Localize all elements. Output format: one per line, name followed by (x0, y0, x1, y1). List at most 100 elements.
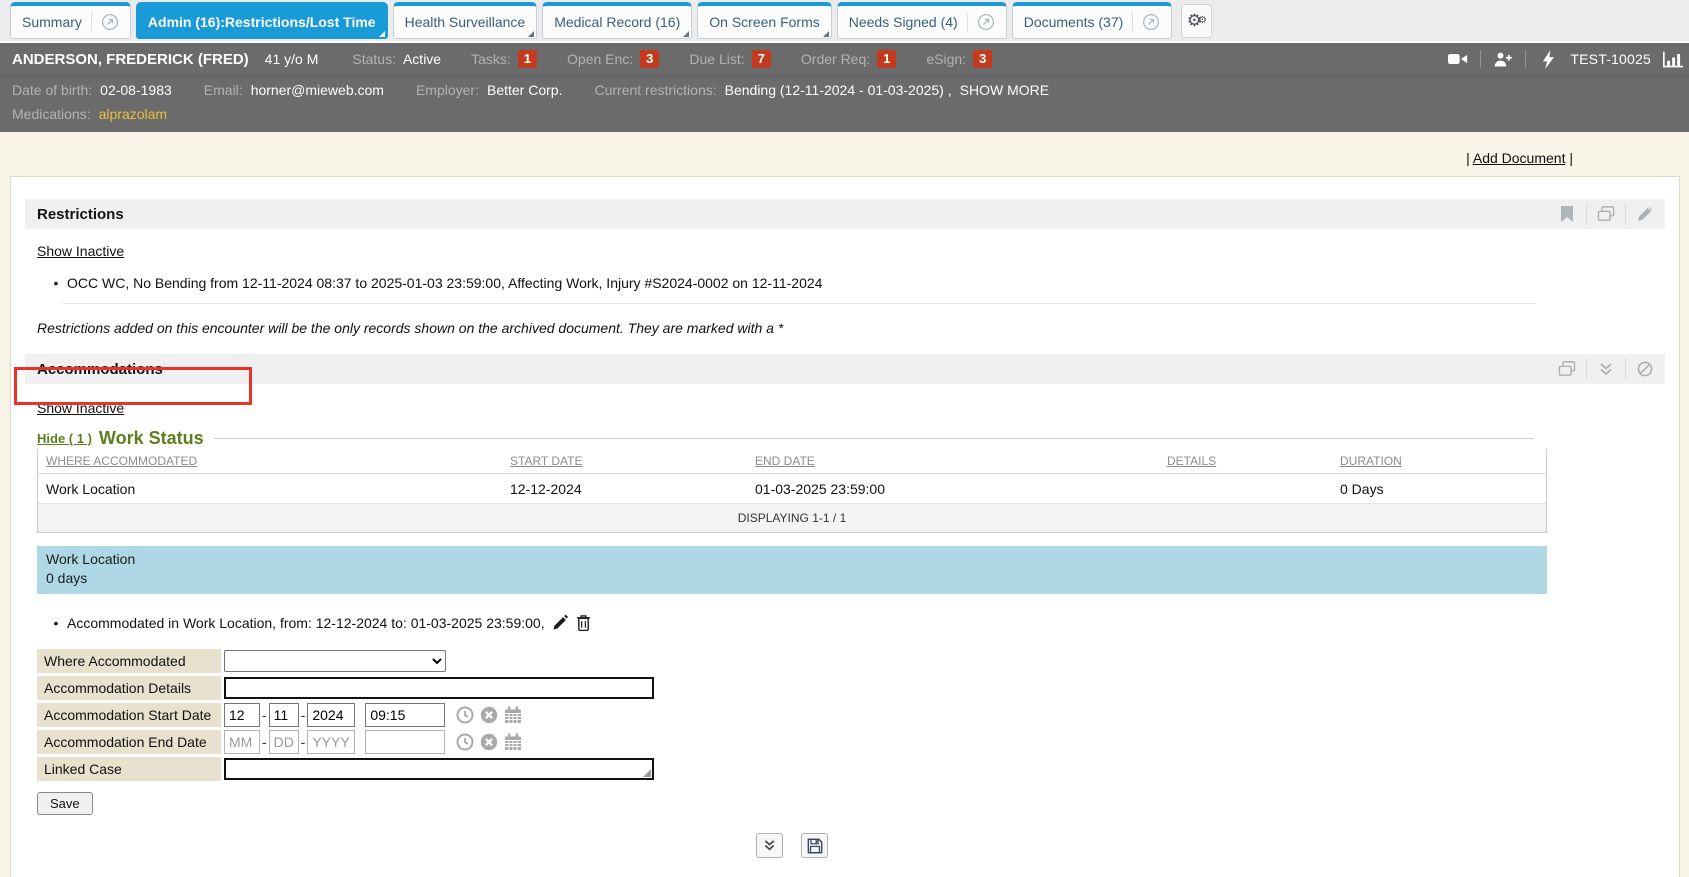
work-status-title: Work Status (99, 428, 204, 449)
save-disk-icon (807, 838, 823, 854)
date-dash: - (301, 734, 306, 750)
start-time-input[interactable] (365, 703, 445, 727)
add-person-button[interactable] (1493, 49, 1513, 69)
clock-icon (456, 733, 474, 751)
quick-action-button[interactable] (1538, 49, 1558, 69)
archive-document-button[interactable] (1596, 204, 1616, 224)
end-day-input[interactable] (269, 730, 299, 754)
tab-documents-label: Documents (37) (1024, 14, 1124, 30)
document-copy-icon (1597, 206, 1615, 222)
add-document-link[interactable]: Add Document (1473, 150, 1566, 166)
column-header-start-date[interactable]: START DATE (502, 454, 747, 468)
employer-value: Better Corp. (487, 82, 562, 98)
archive-document-button[interactable] (1557, 359, 1577, 379)
end-time-input[interactable] (365, 730, 445, 754)
tab-documents[interactable]: Documents (37) (1012, 2, 1173, 39)
chart-stats-button[interactable] (1663, 49, 1683, 69)
bar-chart-icon (1663, 50, 1683, 69)
delete-accommodation-button[interactable] (576, 614, 591, 631)
divider (1586, 358, 1587, 380)
patient-header: ANDERSON, FREDERICK (FRED) 41 y/o M Stat… (0, 43, 1689, 132)
linked-case-label: Linked Case (37, 757, 221, 781)
expand-more-button[interactable] (756, 833, 783, 858)
trash-icon (576, 614, 591, 631)
pipe-separator: | (1466, 150, 1470, 166)
video-call-button[interactable] (1448, 49, 1468, 69)
cell-duration: 0 Days (1332, 481, 1546, 497)
table-row[interactable]: Work Location 12-12-2024 01-03-2025 23:5… (38, 474, 1546, 504)
end-year-input[interactable] (307, 730, 355, 754)
clear-date-button[interactable] (479, 732, 499, 752)
start-month-input[interactable] (224, 703, 260, 727)
open-enc-label: Open Enc: (567, 51, 633, 67)
order-req-badge[interactable]: 1 (877, 50, 896, 69)
edit-accommodation-button[interactable] (552, 614, 569, 631)
circle-slash-icon (1637, 361, 1653, 377)
tab-summary[interactable]: Summary (10, 2, 131, 39)
divider (1525, 50, 1526, 68)
video-camera-icon (1448, 51, 1468, 67)
settings-button[interactable]: ⚙⚙ (1181, 4, 1212, 38)
status-label: Status: (352, 51, 396, 67)
start-day-input[interactable] (269, 703, 299, 727)
patient-detail-rows: Date of birth: 02-08-1983 Email: horner@… (0, 76, 1689, 132)
person-add-icon (1493, 50, 1513, 68)
restrictions-show-inactive-link[interactable]: Show Inactive (37, 243, 124, 259)
column-header-where-accommodated[interactable]: WHERE ACCOMMODATED (38, 454, 502, 468)
column-header-end-date[interactable]: END DATE (747, 454, 1159, 468)
tab-medical-record[interactable]: Medical Record (16) (542, 2, 692, 39)
esign-badge[interactable]: 3 (973, 50, 992, 69)
edit-section-button[interactable] (1635, 204, 1655, 224)
column-header-duration[interactable]: DURATION (1332, 454, 1546, 468)
show-more-link[interactable]: SHOW MORE (960, 82, 1049, 98)
bookmark-button[interactable] (1557, 204, 1577, 224)
open-in-new-icon[interactable] (91, 13, 119, 31)
set-time-now-button[interactable] (455, 732, 475, 752)
save-button[interactable]: Save (37, 792, 93, 815)
collapse-section-button[interactable] (1596, 359, 1616, 379)
x-circle-icon (480, 706, 498, 724)
due-list-counter[interactable]: Due List: 7 (689, 50, 770, 69)
tab-needs-signed[interactable]: Needs Signed (4) (837, 2, 1007, 39)
linked-case-input[interactable] (224, 758, 654, 780)
medications-value[interactable]: alprazolam (99, 106, 167, 122)
where-accommodated-select[interactable] (224, 650, 446, 672)
accommodation-list-item: • Accommodated in Work Location, from: 1… (45, 614, 1665, 631)
resize-handle[interactable] (643, 769, 651, 777)
tab-admin-restrictions-lost-time[interactable]: Admin (16):Restrictions/Lost Time (136, 2, 388, 39)
tasks-badge[interactable]: 1 (518, 50, 537, 69)
due-list-badge[interactable]: 7 (752, 50, 771, 69)
accommodation-details-input[interactable] (224, 677, 654, 699)
accommodations-section-header: Accommodations (25, 354, 1665, 384)
open-enc-counter[interactable]: Open Enc: 3 (567, 50, 659, 69)
order-req-counter[interactable]: Order Req: 1 (801, 50, 896, 69)
end-month-input[interactable] (224, 730, 260, 754)
accommodations-show-inactive-link[interactable]: Show Inactive (37, 400, 124, 416)
tab-health-surveillance[interactable]: Health Surveillance (393, 2, 538, 39)
set-time-now-button[interactable] (455, 705, 475, 725)
tab-on-screen-forms[interactable]: On Screen Forms (697, 2, 831, 39)
open-calendar-button[interactable] (503, 732, 523, 752)
summary-line-1: Work Location (46, 550, 1538, 569)
start-year-input[interactable] (307, 703, 355, 727)
accommodation-item-text: Accommodated in Work Location, from: 12-… (67, 615, 545, 631)
open-enc-badge[interactable]: 3 (640, 50, 659, 69)
document-actions-row: | Add Document | (0, 132, 1689, 166)
bullet-dot: • (45, 615, 67, 631)
restrictions-section-header: Restrictions (25, 199, 1665, 229)
gear-icon: ⚙ (1198, 16, 1207, 26)
disable-section-button[interactable] (1635, 359, 1655, 379)
open-calendar-button[interactable] (503, 705, 523, 725)
start-date-icon-group (455, 705, 523, 725)
open-in-new-icon[interactable] (967, 13, 995, 31)
work-status-hide-link[interactable]: Hide ( 1 ) (37, 431, 92, 446)
tasks-counter[interactable]: Tasks: 1 (471, 50, 537, 69)
restriction-item-text: OCC WC, No Bending from 12-11-2024 08:37… (67, 275, 822, 291)
column-header-details[interactable]: DETAILS (1159, 454, 1332, 468)
chevron-double-down-icon (763, 839, 776, 852)
save-section-button[interactable] (801, 833, 828, 858)
open-in-new-icon[interactable] (1132, 13, 1160, 31)
clear-date-button[interactable] (479, 705, 499, 725)
accommodation-details-field (224, 676, 654, 700)
esign-counter[interactable]: eSign: 3 (926, 50, 992, 69)
